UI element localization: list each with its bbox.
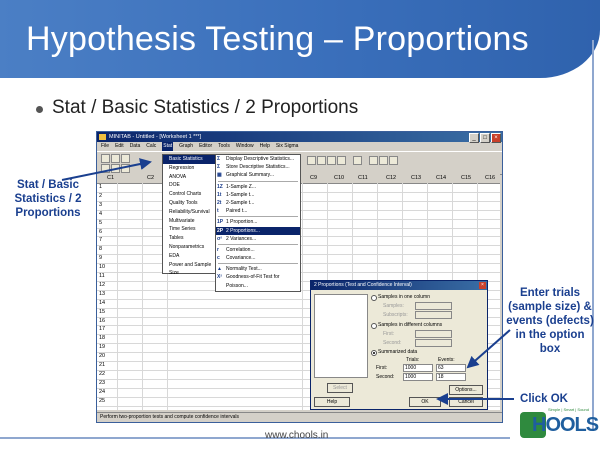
arrow-to-stat-menu	[61, 158, 152, 181]
callout-arrows	[61, 158, 514, 405]
chools-logo-tagline: Simple | Smart | Sound	[548, 407, 589, 412]
chools-logo-word: HOOLS	[532, 414, 599, 436]
arrow-to-trials-fields	[466, 329, 511, 369]
footer-url: www.chools.in	[265, 430, 329, 441]
chools-logo: HOOLS Simple | Smart | Sound	[520, 404, 599, 444]
